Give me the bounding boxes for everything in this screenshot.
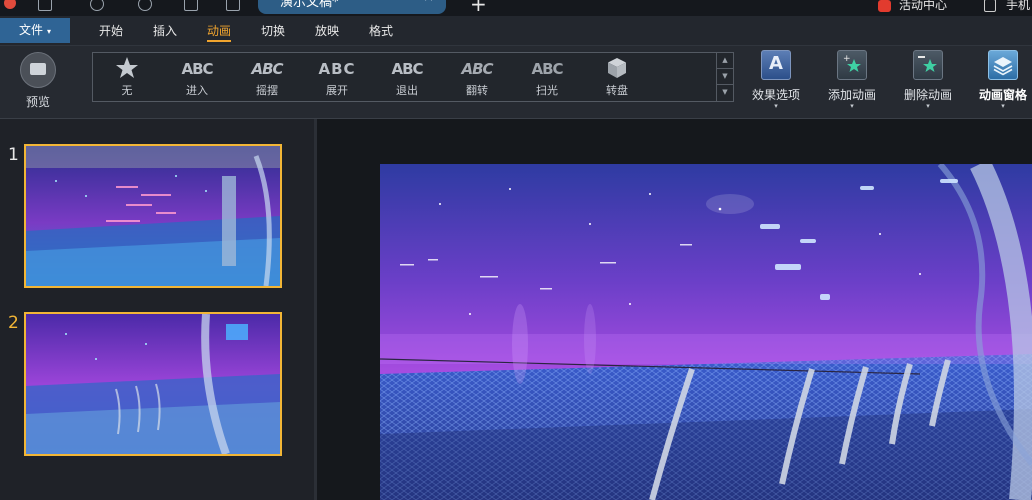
- effect-options-label: 效果选项: [751, 88, 800, 102]
- animation-expand[interactable]: ABC 展开: [305, 55, 369, 98]
- tab-slideshow[interactable]: 放映: [315, 22, 339, 39]
- tab-insert[interactable]: 插入: [153, 22, 177, 39]
- file-menu-button[interactable]: 文件 ▾: [0, 18, 70, 43]
- preview-icon: [20, 52, 56, 88]
- animation-swing[interactable]: ABC 摇摆: [235, 55, 299, 98]
- redo-icon[interactable]: [138, 0, 152, 11]
- save-icon[interactable]: [184, 0, 198, 11]
- abc-swing-icon: ABC: [251, 60, 283, 78]
- animation-exit[interactable]: ABC 退出: [375, 55, 439, 98]
- current-slide-image: [380, 164, 1032, 500]
- phone-label: 手机: [1006, 0, 1031, 12]
- animation-flip-label: 翻转: [466, 84, 488, 97]
- abc-enter-icon: ABC: [181, 60, 213, 78]
- abc-exit-icon: ABC: [391, 60, 423, 78]
- add-animation-icon: +: [837, 50, 867, 80]
- abc-expand-icon: ABC: [318, 60, 356, 78]
- new-tab-icon[interactable]: +: [470, 0, 487, 16]
- slide-number: 2: [8, 313, 19, 333]
- title-bar: 演示文稿* × + 活动中心 手机: [0, 0, 1032, 16]
- animation-expand-label: 展开: [326, 84, 348, 97]
- chevron-down-icon: ▾: [774, 102, 778, 110]
- tab-format[interactable]: 格式: [369, 22, 393, 39]
- animation-sweep-label: 扫光: [536, 84, 558, 97]
- file-menu-label: 文件: [19, 23, 44, 37]
- gift-icon: [878, 0, 891, 12]
- animation-turntable[interactable]: 转盘: [585, 55, 649, 98]
- tab-home[interactable]: 开始: [99, 22, 123, 39]
- chevron-down-icon: ▾: [1001, 102, 1005, 110]
- animation-turntable-label: 转盘: [606, 84, 628, 97]
- document-tab[interactable]: 演示文稿* ×: [258, 0, 446, 14]
- phone-icon: [984, 0, 996, 12]
- animation-swing-label: 摇摆: [256, 84, 278, 97]
- animation-gallery: 无 ABC 进入 ABC 摇摆 ABC 展开 ABC 退出 ABC 翻转 ABC…: [92, 52, 734, 102]
- remove-animation-label: 删除动画: [903, 88, 952, 102]
- document-tab-label: 演示文稿*: [280, 0, 339, 10]
- preview-label: 预览: [25, 95, 50, 109]
- remove-animation-icon: [913, 50, 943, 80]
- animation-ribbon: 预览 无 ABC 进入 ABC 摇摆 ABC 展开 ABC 退出 ABC 翻转: [0, 46, 1032, 119]
- slide-thumbnail-panel: 1 2: [0, 119, 317, 500]
- slide-canvas: [317, 119, 1032, 500]
- turntable-icon: [608, 58, 626, 78]
- event-center-label: 活动中心: [899, 0, 948, 12]
- animation-none-label: 无: [121, 84, 133, 97]
- preview-button[interactable]: 预览: [14, 52, 62, 112]
- file-icon[interactable]: [38, 0, 52, 11]
- app-logo-icon: [4, 0, 16, 9]
- animation-sweep[interactable]: ABC 扫光: [515, 55, 579, 98]
- chevron-down-icon: ▾: [850, 102, 854, 110]
- tab-animation[interactable]: 动画: [207, 22, 232, 42]
- slide-1-image: [26, 146, 280, 286]
- animation-flip[interactable]: ABC 翻转: [445, 55, 509, 98]
- undo-icon[interactable]: [90, 0, 104, 11]
- slide-2-image: [26, 314, 280, 454]
- effect-options-button[interactable]: A 效果选项 ▾: [748, 50, 804, 110]
- star-icon: [116, 57, 138, 78]
- svg-text:+: +: [843, 54, 851, 64]
- gallery-scrollbar[interactable]: ▲ ▼ ▼: [716, 53, 733, 101]
- animation-enter[interactable]: ABC 进入: [165, 55, 229, 98]
- remove-animation-button[interactable]: 删除动画 ▾: [900, 50, 956, 110]
- layers-icon: [988, 50, 1018, 80]
- abc-flip-icon: ABC: [461, 60, 493, 78]
- close-tab-icon[interactable]: ×: [423, 0, 434, 5]
- animation-exit-label: 退出: [396, 84, 418, 97]
- add-animation-label: 添加动画: [827, 88, 876, 102]
- gallery-scroll-down-icon[interactable]: ▼: [717, 69, 733, 85]
- menu-bar: 文件 ▾ 开始 插入 动画 切换 放映 格式: [0, 16, 1032, 46]
- slide-thumbnail-1[interactable]: [24, 144, 282, 288]
- abc-sweep-icon: ABC: [531, 60, 563, 78]
- gallery-scroll-up-icon[interactable]: ▲: [717, 53, 733, 69]
- slide-number: 1: [8, 145, 19, 165]
- slide-thumbnail-2[interactable]: [24, 312, 282, 456]
- animation-pane-button[interactable]: 动画窗格 ▾: [974, 50, 1032, 110]
- phone-button[interactable]: 手机: [984, 0, 1030, 13]
- animation-pane-label: 动画窗格: [978, 88, 1027, 102]
- gallery-more-icon[interactable]: ▼: [717, 85, 733, 100]
- chevron-down-icon: ▾: [47, 27, 52, 36]
- add-animation-button[interactable]: + 添加动画 ▾: [824, 50, 880, 110]
- current-slide[interactable]: [380, 164, 1032, 500]
- effect-options-icon: A: [761, 50, 791, 80]
- open-icon[interactable]: [226, 0, 240, 11]
- event-center-button[interactable]: 活动中心: [878, 0, 947, 13]
- animation-none[interactable]: 无: [95, 55, 159, 98]
- chevron-down-icon: ▾: [926, 102, 930, 110]
- tab-transition[interactable]: 切换: [261, 22, 285, 39]
- animation-enter-label: 进入: [186, 84, 208, 97]
